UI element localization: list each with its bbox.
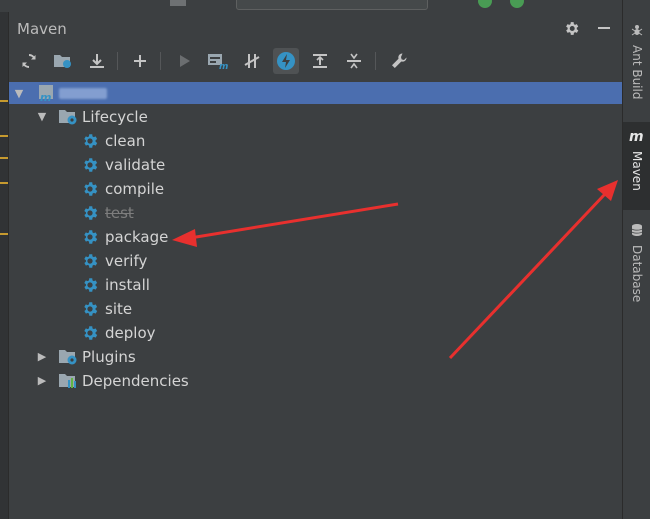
sidebar-tab-ant-build[interactable]: Ant Build xyxy=(623,22,650,106)
tree-node-label: Lifecycle xyxy=(82,108,148,126)
maven-project-icon: m xyxy=(37,83,55,104)
svg-text:m: m xyxy=(629,129,644,143)
execute-goal-icon[interactable]: m xyxy=(205,48,231,74)
gear-icon xyxy=(81,252,99,270)
gear-icon xyxy=(81,228,99,246)
dependencies-folder-icon xyxy=(58,372,76,390)
show-dependencies-icon[interactable] xyxy=(307,48,333,74)
lifecycle-phase-package[interactable]: package xyxy=(9,225,623,249)
sidebar-tab-database[interactable]: Database xyxy=(623,222,650,306)
gear-icon xyxy=(81,132,99,150)
sidebar-tab-label: Ant Build xyxy=(630,45,644,100)
gear-icon[interactable] xyxy=(561,18,581,38)
gear-icon xyxy=(81,156,99,174)
tree-node-plugins[interactable]: ▶ Plugins xyxy=(9,345,623,369)
maven-projects-tree: ▼ m ▼ Lifecycle clean validate compile test… xyxy=(9,81,623,519)
gear-icon xyxy=(81,276,99,294)
right-tool-strip: Ant Build m Maven Database xyxy=(622,0,650,519)
gear-icon xyxy=(81,180,99,198)
lifecycle-phase-label: install xyxy=(105,276,150,294)
maven-icon: m xyxy=(629,128,645,147)
gear-icon xyxy=(81,324,99,342)
lifecycle-phase-verify[interactable]: verify xyxy=(9,249,623,273)
svg-text:m: m xyxy=(219,62,228,70)
lifecycle-phase-test[interactable]: test xyxy=(9,201,623,225)
tree-node-dependencies[interactable]: ▶ Dependencies xyxy=(9,369,623,393)
expand-arrow-icon[interactable]: ▶ xyxy=(35,369,49,393)
expand-arrow-icon[interactable]: ▼ xyxy=(12,82,26,106)
expand-arrow-icon[interactable]: ▶ xyxy=(35,345,49,369)
run-icon[interactable] xyxy=(478,0,492,8)
sidebar-tab-maven[interactable]: m Maven xyxy=(623,122,650,210)
sidebar-tab-label: Maven xyxy=(630,151,644,191)
lifecycle-phase-label: test xyxy=(105,204,134,222)
panel-header: Maven xyxy=(9,12,623,45)
lifecycle-phase-site[interactable]: site xyxy=(9,297,623,321)
lifecycle-phase-label: clean xyxy=(105,132,146,150)
collapse-all-icon[interactable] xyxy=(341,48,367,74)
gutter-marker xyxy=(0,233,8,235)
gutter-marker xyxy=(0,100,8,102)
debug-icon[interactable] xyxy=(510,0,524,8)
settings-wrench-icon[interactable] xyxy=(386,48,412,74)
gear-icon xyxy=(81,204,99,222)
minimize-icon[interactable] xyxy=(594,18,614,38)
toolbar-fragment xyxy=(170,0,186,6)
lifecycle-phase-install[interactable]: install xyxy=(9,273,623,297)
gutter-marker xyxy=(0,135,8,137)
ant-icon xyxy=(630,22,644,41)
database-icon xyxy=(631,222,643,241)
gutter-marker xyxy=(0,157,8,159)
toggle-offline-icon[interactable] xyxy=(239,48,265,74)
download-sources-icon[interactable] xyxy=(84,48,110,74)
lifecycle-folder-icon xyxy=(58,108,77,126)
lifecycle-phase-validate[interactable]: validate xyxy=(9,153,623,177)
tree-node-label: Plugins xyxy=(82,348,136,366)
reimport-all-icon[interactable] xyxy=(16,48,42,74)
expand-arrow-icon[interactable]: ▼ xyxy=(35,105,49,129)
tree-root-project[interactable]: ▼ m xyxy=(9,82,623,104)
panel-title: Maven xyxy=(17,20,67,38)
lifecycle-phase-label: compile xyxy=(105,180,165,198)
editor-gutter xyxy=(0,12,8,519)
run-icon[interactable] xyxy=(171,48,197,74)
add-project-icon[interactable] xyxy=(127,48,153,74)
lifecycle-phase-label: package xyxy=(105,228,169,246)
maven-toolbar: m xyxy=(9,47,623,77)
generate-sources-icon[interactable] xyxy=(50,48,76,74)
sidebar-tab-label: Database xyxy=(630,245,644,303)
gutter-marker xyxy=(0,182,8,184)
lifecycle-phase-label: verify xyxy=(105,252,148,270)
lifecycle-phase-label: validate xyxy=(105,156,166,174)
toolbar-separator xyxy=(117,52,118,70)
lifecycle-phase-compile[interactable]: compile xyxy=(9,177,623,201)
toolbar-separator xyxy=(160,52,161,70)
lifecycle-phase-deploy[interactable]: deploy xyxy=(9,321,623,345)
maven-tool-window: Maven m ▼ m ▼ Lifecycle clean validate c… xyxy=(8,12,623,519)
toolbar-separator xyxy=(375,52,376,70)
tree-node-lifecycle[interactable]: ▼ Lifecycle xyxy=(9,105,623,129)
tree-node-label: Dependencies xyxy=(82,372,189,390)
skip-tests-icon[interactable] xyxy=(273,48,299,74)
svg-text:m: m xyxy=(40,91,51,103)
lifecycle-phase-clean[interactable]: clean xyxy=(9,129,623,153)
lifecycle-phase-label: deploy xyxy=(105,324,156,342)
plugins-folder-icon xyxy=(58,348,77,366)
run-config-combo[interactable] xyxy=(236,0,428,10)
lifecycle-phase-label: site xyxy=(105,300,133,318)
project-name-redacted xyxy=(59,88,107,99)
gear-icon xyxy=(81,300,99,318)
